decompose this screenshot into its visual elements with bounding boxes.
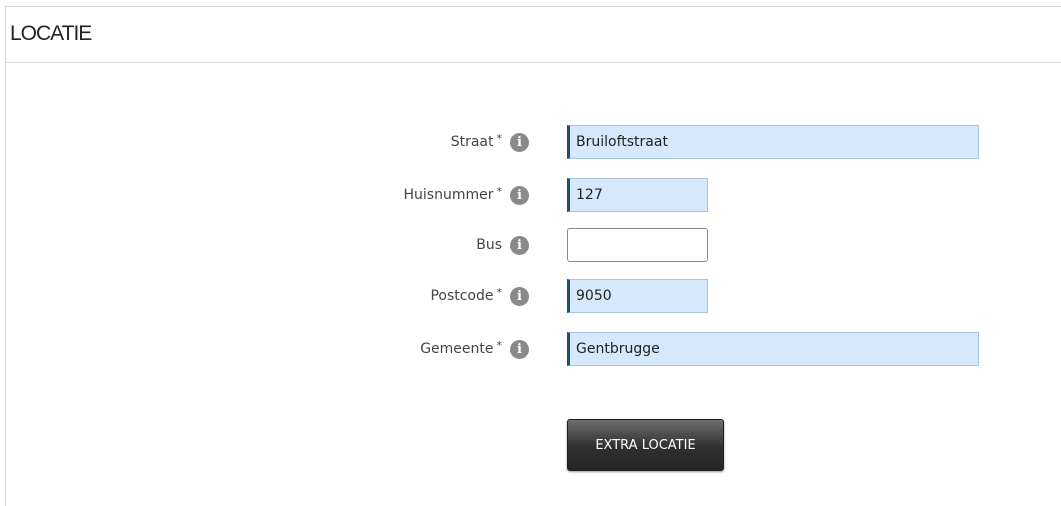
- required-marker: *: [496, 338, 503, 352]
- straat-input[interactable]: [567, 125, 979, 159]
- form-row-bus: Bus i: [6, 228, 1061, 262]
- form-row-gemeente: Gemeente * i: [6, 332, 1061, 366]
- info-icon[interactable]: i: [510, 339, 529, 359]
- huisnummer-label: Huisnummer: [403, 187, 494, 203]
- bus-label: Bus: [476, 237, 502, 253]
- title-divider: [6, 62, 1061, 63]
- gemeente-label-group: Gemeente * i: [420, 332, 529, 366]
- required-marker: *: [496, 131, 503, 145]
- gemeente-label: Gemeente: [420, 341, 494, 357]
- info-icon[interactable]: i: [510, 235, 529, 255]
- extra-location-button[interactable]: EXTRA LOCATIE: [567, 419, 724, 471]
- postcode-label-group: Postcode * i: [430, 279, 529, 313]
- huisnummer-label-group: Huisnummer * i: [404, 178, 529, 212]
- location-panel: LOCATIE Straat * i Huisnummer * i Bus i …: [5, 6, 1061, 506]
- bus-label-group: Bus i: [476, 228, 529, 262]
- postcode-input[interactable]: [567, 279, 708, 313]
- straat-label: Straat: [450, 134, 494, 150]
- form-row-huisnummer: Huisnummer * i: [6, 178, 1061, 212]
- section-title: LOCATIE: [10, 22, 92, 45]
- straat-label-group: Straat * i: [451, 125, 529, 159]
- required-marker: *: [496, 184, 503, 198]
- info-icon[interactable]: i: [510, 185, 529, 205]
- form-row-straat: Straat * i: [6, 125, 1061, 159]
- form-row-postcode: Postcode * i: [6, 279, 1061, 313]
- info-icon[interactable]: i: [510, 132, 529, 152]
- bus-input[interactable]: [567, 228, 708, 262]
- gemeente-input[interactable]: [567, 332, 979, 366]
- huisnummer-input[interactable]: [567, 178, 708, 212]
- info-icon[interactable]: i: [510, 286, 529, 306]
- postcode-label: Postcode: [430, 288, 494, 304]
- required-marker: *: [496, 285, 503, 299]
